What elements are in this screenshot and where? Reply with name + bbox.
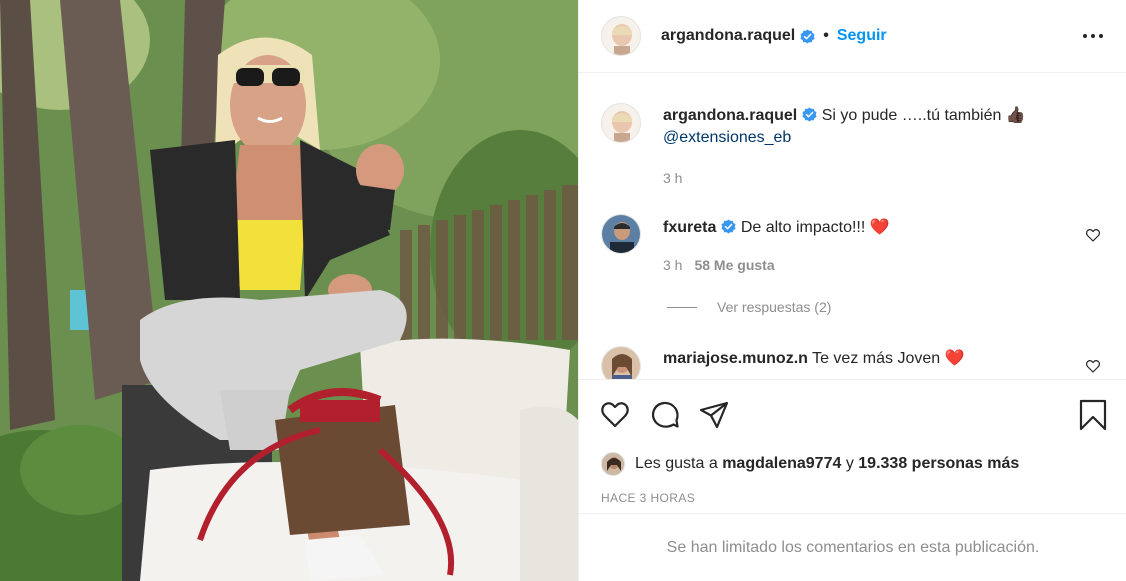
caption-username[interactable]: argandona.raquel bbox=[663, 107, 797, 124]
caption-meta: 3 h bbox=[663, 170, 682, 186]
view-replies-label: Ver respuestas (2) bbox=[717, 299, 832, 315]
follow-button[interactable]: Seguir bbox=[837, 27, 887, 45]
caption-time[interactable]: 3 h bbox=[663, 170, 682, 186]
liker-avatar-image bbox=[602, 453, 624, 475]
separator-dot: • bbox=[823, 27, 829, 44]
liker-avatar[interactable] bbox=[601, 452, 625, 476]
commenter-avatar[interactable] bbox=[601, 214, 641, 254]
caption-text: Si yo pude …..tú también bbox=[821, 107, 1002, 124]
commenter-username[interactable]: fxureta bbox=[663, 219, 716, 236]
thumbs-up-emoji: 👍🏿 bbox=[1005, 107, 1026, 124]
author-avatar[interactable] bbox=[601, 16, 641, 56]
author-username[interactable]: argandona.raquel bbox=[661, 27, 795, 45]
comment-icon[interactable] bbox=[649, 399, 681, 431]
comment-text: Te vez más Joven bbox=[812, 350, 941, 367]
caption-avatar[interactable] bbox=[601, 103, 641, 143]
post-photo[interactable] bbox=[0, 0, 578, 581]
bookmark-icon[interactable] bbox=[1077, 399, 1109, 431]
comment-meta: 3 h 58 Me gusta bbox=[663, 257, 775, 273]
post-details-panel: argandona.raquel • Seguir argandona.raqu… bbox=[578, 0, 1126, 581]
post-actions: Les gusta a magdalena9774 y 19.338 perso… bbox=[579, 379, 1126, 514]
more-options-icon[interactable] bbox=[1081, 26, 1105, 46]
likes-conjunction: y bbox=[845, 455, 854, 472]
comment-time[interactable]: 3 h bbox=[663, 257, 682, 273]
likes-others[interactable]: 19.338 personas más bbox=[858, 455, 1019, 473]
comments-list[interactable]: argandona.raquel Si yo pude …..tú tambié… bbox=[579, 74, 1126, 379]
comment-item: mariajose.munoz.n Te vez más Joven ❤️ bbox=[601, 346, 1101, 379]
comment-item: fxureta De alto impacto!!! ❤️ 3 h 58 Me g… bbox=[601, 214, 1101, 294]
replies-line bbox=[667, 306, 697, 308]
author-avatar-image bbox=[602, 17, 640, 55]
comment-body: fxureta De alto impacto!!! ❤️ bbox=[663, 217, 1083, 239]
comments-limited-notice: Se han limitado los comentarios en esta … bbox=[666, 539, 1040, 556]
comment-heart-icon[interactable] bbox=[1085, 227, 1101, 243]
comment-body: mariajose.munoz.n Te vez más Joven ❤️ bbox=[663, 348, 1083, 370]
share-icon[interactable] bbox=[698, 399, 730, 431]
commenter-username[interactable]: mariajose.munoz.n bbox=[663, 350, 808, 367]
caption-avatar-image bbox=[602, 104, 640, 142]
verified-icon bbox=[800, 28, 815, 44]
comment-heart-icon[interactable] bbox=[1085, 358, 1101, 374]
heart-emoji: ❤️ bbox=[944, 350, 965, 367]
liker-username[interactable]: magdalena9774 bbox=[722, 455, 841, 473]
heart-emoji: ❤️ bbox=[869, 219, 890, 236]
caption-comment: argandona.raquel Si yo pude …..tú tambié… bbox=[601, 103, 1101, 193]
verified-icon bbox=[721, 219, 736, 234]
photo-illustration bbox=[0, 0, 578, 581]
commenter-avatar[interactable] bbox=[601, 346, 641, 379]
commenter-avatar-image bbox=[602, 347, 640, 379]
heart-icon[interactable] bbox=[599, 399, 631, 431]
likes-summary: Les gusta a magdalena9774 y 19.338 perso… bbox=[601, 452, 1019, 476]
verified-icon bbox=[802, 107, 817, 122]
comment-text: De alto impacto!!! bbox=[740, 219, 866, 236]
commenter-avatar-image bbox=[602, 215, 640, 253]
post-timestamp[interactable]: HACE 3 HORAS bbox=[601, 491, 695, 505]
likes-prefix: Les gusta a bbox=[635, 455, 718, 472]
caption-mention[interactable]: @extensiones_eb bbox=[663, 129, 791, 146]
view-replies-button[interactable]: Ver respuestas (2) bbox=[667, 299, 831, 315]
post-header: argandona.raquel • Seguir bbox=[579, 0, 1126, 73]
comment-likes[interactable]: 58 Me gusta bbox=[694, 257, 774, 273]
caption-body: argandona.raquel Si yo pude …..tú tambié… bbox=[663, 105, 1083, 149]
